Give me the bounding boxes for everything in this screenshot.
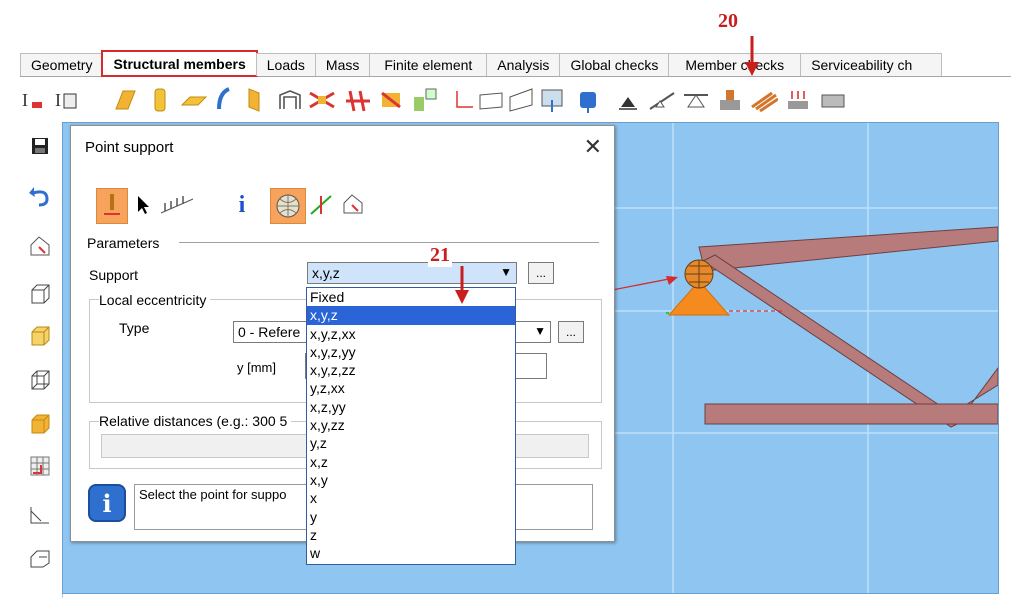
support-options-button[interactable]: ...	[528, 262, 554, 284]
relative-distances-label: Relative distances (e.g.: 300 5	[99, 413, 292, 429]
local-axis-icon[interactable]	[307, 188, 337, 222]
point-support-icon[interactable]	[614, 85, 642, 115]
left-toolbar	[18, 122, 63, 598]
wireframe-view-icon[interactable]	[26, 280, 54, 308]
hinge-support-icon[interactable]	[682, 85, 710, 115]
dropdown-option-w[interactable]: w	[307, 544, 515, 562]
dialog-title: Point support	[85, 139, 174, 156]
dropdown-option-xy[interactable]: x,y	[307, 471, 515, 489]
annotation-arrow-21	[455, 266, 469, 304]
sections-icon[interactable]	[412, 85, 440, 115]
solid-view-icon[interactable]	[26, 322, 54, 350]
dropdown-option-xyz[interactable]: x,y,z	[307, 306, 515, 325]
rendered-view-icon[interactable]	[26, 410, 54, 438]
svg-text:I: I	[55, 90, 61, 110]
beam-icon[interactable]	[112, 85, 140, 115]
save-icon[interactable]	[26, 132, 54, 160]
annotation-number-20: 20	[718, 10, 738, 32]
dropdown-option-xyz-xx[interactable]: x,y,z,xx	[307, 325, 515, 343]
dropdown-option-y[interactable]: y	[307, 508, 515, 526]
tab-global-checks[interactable]: Global checks	[559, 53, 670, 76]
message-text: Select the point for suppo	[139, 487, 287, 502]
dropdown-option-fixed[interactable]: Fixed	[307, 288, 515, 306]
support-dropdown-list: Fixed x,y,z x,y,z,xx x,y,z,yy x,y,z,zz y…	[306, 287, 516, 565]
tab-geometry[interactable]: Geometry	[20, 53, 104, 76]
plate-icon[interactable]	[180, 85, 208, 115]
member-table-icon[interactable]: I	[52, 85, 80, 115]
select-pointer-icon[interactable]	[128, 188, 158, 222]
dropdown-option-z[interactable]: z	[307, 526, 515, 544]
member-edit-icon[interactable]	[378, 85, 406, 115]
info-icon[interactable]: i	[227, 188, 257, 222]
ribbon-tabs: Geometry Structural members Loads Mass F…	[20, 50, 1011, 77]
slab-icon[interactable]	[818, 85, 846, 115]
parameters-divider	[179, 242, 599, 243]
dropdown-option-xy-zz[interactable]: x,y,zz	[307, 416, 515, 434]
dropdown-option-xz-yy[interactable]: x,z,yy	[307, 398, 515, 416]
chevron-down-icon: ▼	[500, 265, 512, 279]
column-icon[interactable]	[146, 85, 174, 115]
eccentricity-options-button[interactable]: ...	[558, 321, 584, 343]
axis-icon[interactable]	[450, 85, 478, 115]
info-message-icon: i	[88, 484, 126, 522]
main-toolbar: I I	[18, 80, 1011, 120]
member-properties-icon[interactable]: I	[18, 85, 46, 115]
tab-structural-members[interactable]: Structural members	[101, 50, 258, 77]
dropdown-option-yz[interactable]: y,z	[307, 434, 515, 452]
support-label: Support	[89, 267, 139, 283]
dropdown-option-yz-xx[interactable]: y,z,xx	[307, 379, 515, 397]
eccentricity-type-value: 0 - Refere	[238, 324, 301, 340]
type-label: Type	[119, 320, 150, 336]
frame-icon[interactable]	[276, 85, 304, 115]
mass-icon[interactable]	[574, 85, 602, 115]
tab-serviceability-checks[interactable]: Serviceability ch	[800, 53, 943, 76]
undo-icon[interactable]	[26, 182, 54, 210]
grid-icon[interactable]	[26, 452, 54, 480]
plane-icon[interactable]	[26, 500, 54, 528]
annotation-arrow-20	[745, 36, 759, 76]
section-view-icon[interactable]	[26, 544, 54, 572]
bar-reinforcement-icon[interactable]	[750, 85, 778, 115]
svg-text:I: I	[22, 90, 28, 110]
surface-icon[interactable]	[478, 85, 506, 115]
y-mm-label: y [mm]	[237, 360, 276, 375]
tab-loads[interactable]: Loads	[255, 53, 316, 76]
multi-point-icon[interactable]	[157, 188, 197, 222]
transparent-view-icon[interactable]	[26, 366, 54, 394]
coordinate-system-icon[interactable]	[26, 232, 54, 260]
surface-support-icon[interactable]	[538, 85, 566, 115]
parameters-label: Parameters	[87, 235, 164, 251]
dropdown-option-xz[interactable]: x,z	[307, 453, 515, 471]
chevron-down-icon: ▼	[534, 324, 546, 338]
truss-icon[interactable]	[344, 85, 372, 115]
cross-bracing-icon[interactable]	[308, 85, 336, 115]
wall-icon[interactable]	[240, 85, 268, 115]
spring-support-icon[interactable]	[784, 85, 812, 115]
support-combobox-value: x,y,z	[312, 265, 340, 281]
sphere-view-icon[interactable]	[270, 188, 306, 224]
dropdown-option-x[interactable]: x	[307, 489, 515, 507]
tab-finite-element[interactable]: Finite element	[369, 53, 488, 76]
curved-member-icon[interactable]	[214, 85, 242, 115]
tab-member-checks[interactable]: Member checks	[668, 53, 802, 76]
dropdown-option-xyz-yy[interactable]: x,y,z,yy	[307, 343, 515, 361]
coordinate-system-icon[interactable]	[339, 188, 369, 222]
shell-icon[interactable]	[508, 85, 536, 115]
annotation-number-21: 21	[428, 244, 452, 267]
tab-mass[interactable]: Mass	[314, 53, 371, 76]
foundation-icon[interactable]	[716, 85, 744, 115]
pick-point-icon[interactable]	[96, 188, 128, 224]
dropdown-option-xyz-zz[interactable]: x,y,z,zz	[307, 361, 515, 379]
support-combobox[interactable]: x,y,z ▼	[307, 262, 517, 284]
tab-analysis[interactable]: Analysis	[486, 53, 561, 76]
line-support-icon[interactable]	[648, 85, 676, 115]
close-icon[interactable]: ✕	[584, 134, 602, 160]
local-eccentricity-label: Local eccentricity	[99, 292, 211, 308]
